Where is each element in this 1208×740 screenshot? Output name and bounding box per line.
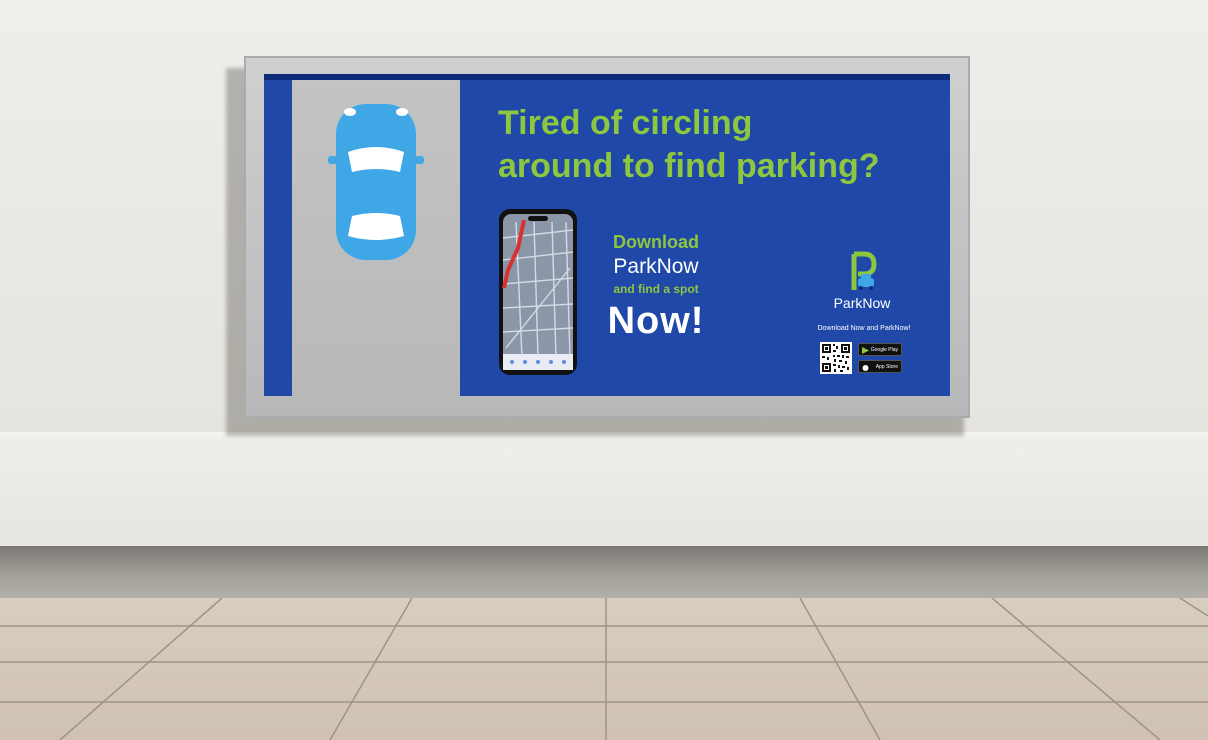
ledge-base-shadow <box>0 546 1208 598</box>
parknow-logo-icon <box>851 251 877 290</box>
headline-line-2: around to find parking? <box>498 147 880 185</box>
parknow-brand: ParkNow <box>802 250 922 312</box>
cta-find-text: and find a spot <box>613 282 699 296</box>
headline-line-1: Tired of circling <box>498 104 753 142</box>
cta-now-text: Now! <box>607 300 705 342</box>
headline: Tired of circling around to find parking… <box>498 102 938 188</box>
billboard-scene: Tired of circling around to find parking… <box>0 0 1208 740</box>
cta-brand-text: ParkNow <box>613 255 699 278</box>
wall-ledge <box>0 444 1208 546</box>
brand-name: ParkNow <box>833 295 891 311</box>
pavement-tile-lines <box>0 598 1208 740</box>
car-icon <box>328 104 424 260</box>
google-play-icon <box>862 347 869 354</box>
cta-download-text: Download <box>613 232 699 252</box>
brand-tagline: Download Now and ParkNow! <box>817 325 911 332</box>
download-cta: Download ParkNow and find a spot Now! <box>588 230 724 344</box>
sidewalk-pavement <box>0 598 1208 740</box>
google-play-label: Google Play <box>870 347 898 353</box>
phone-map-icon <box>499 209 577 375</box>
apple-icon <box>862 365 869 371</box>
google-play-badge: Google Play <box>858 343 902 356</box>
app-store-badge: App Store <box>858 360 902 373</box>
app-store-label: App Store <box>875 364 898 370</box>
billboard-poster: Tired of circling around to find parking… <box>264 74 950 396</box>
qr-code-icon <box>820 342 852 374</box>
